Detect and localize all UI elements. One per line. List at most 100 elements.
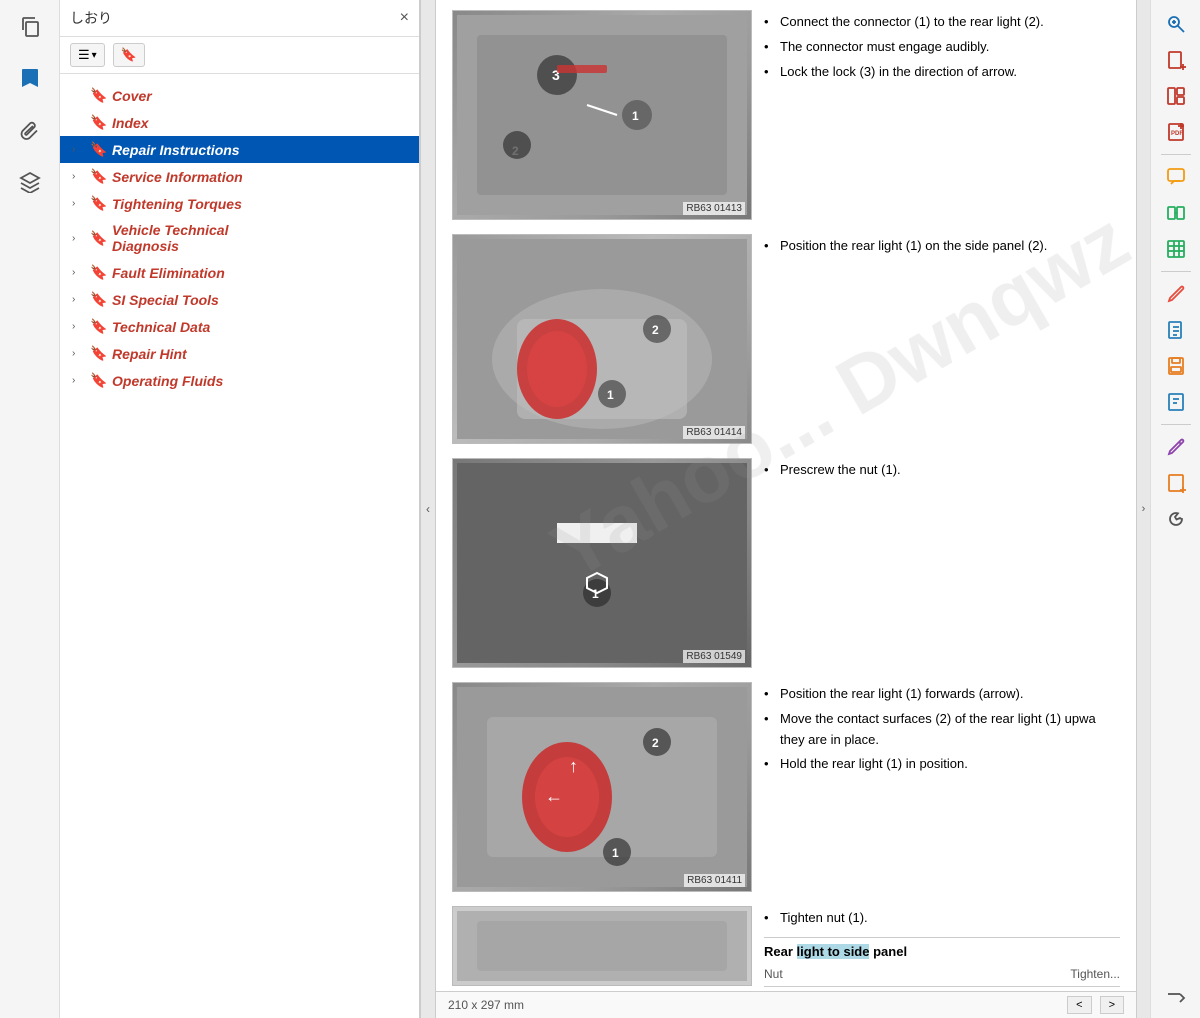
doc-add-button[interactable] [1157,44,1195,76]
annotate-button[interactable] [1157,278,1195,310]
content-section-2: 2 1 RB63 01414 Position the rear light (… [452,234,1120,444]
edit-purple-button[interactable] [1157,431,1195,463]
instruction-2-1: Position the rear light (1) on the side … [764,234,1120,259]
sidebar-item-fault-elimination[interactable]: › 🔖 Fault Elimination [60,259,419,286]
image-label-4: RB63 01411 [684,874,745,887]
chevron-right-icon-vtd: › [72,233,84,244]
layout-button[interactable] [1157,80,1195,112]
image-rb63-01413: 3 1 2 RB63 01413 [452,10,752,220]
image-illustration-1: 3 1 2 [457,15,747,215]
zoom-button[interactable] [1157,8,1195,40]
content-text-2: Position the rear light (1) on the side … [764,234,1120,259]
table-col-label: Nut [764,965,783,984]
sidebar-item-operating-fluids[interactable]: › 🔖 Operating Fluids [60,367,419,394]
toolbar-divider-2 [1161,271,1191,272]
list-icon: ☰ [78,47,90,63]
spreadsheet-button[interactable] [1157,233,1195,265]
right-toolbar: PDF [1150,0,1200,1018]
chevron-right-icon-torques: › [72,198,84,209]
paperclip-icon[interactable] [12,112,48,148]
chevron-right-icon-of: › [72,375,84,386]
edit-doc-button[interactable] [1157,314,1195,346]
sidebar-item-service-information[interactable]: › 🔖 Service Information [60,163,419,190]
sidebar-nav: 🔖 Cover 🔖 Index › 🔖 Repair Instructions … [60,74,419,1018]
chevron-right-icon-service: › [72,171,84,182]
sidebar-header: しおり × [60,0,419,37]
content-section-4: ← ↑ 2 1 RB63 01411 Position the rear lig… [452,682,1120,892]
chevron-right-icon-td: › [72,321,84,332]
bookmark-icon-fault: 🔖 [90,264,106,281]
sidebar: しおり × ☰ ▾ 🔖 🔖 Cover 🔖 Index › 🔖 Repair I… [60,0,420,1018]
table-col-value: Tighten... [1070,965,1120,984]
content-text-1: Connect the connector (1) to the rear li… [764,10,1120,84]
nav-label-tightening-torques: Tightening Torques [112,196,242,212]
layers-icon[interactable] [12,164,48,200]
bottom-nav: < > [1067,996,1124,1014]
content-section-1: 3 1 2 RB63 01413 Connect the connector (… [452,10,1120,220]
right-panel-collapse-arrow[interactable]: › [1136,0,1150,1018]
nav-label-technical-data: Technical Data [112,319,210,335]
pdf-add-button[interactable]: PDF [1157,116,1195,148]
image-illustration-5 [457,911,747,981]
sidebar-item-index[interactable]: 🔖 Index [60,109,419,136]
sidebar-item-vehicle-technical-diagnosis[interactable]: › 🔖 Vehicle TechnicalDiagnosis [60,217,419,259]
image-rb63-01411: ← ↑ 2 1 RB63 01411 [452,682,752,892]
bookmark-icon-si: 🔖 [90,291,106,308]
settings-button[interactable] [1157,503,1195,535]
content-text-3: Prescrew the nut (1). [764,458,1120,483]
svg-text:2: 2 [652,323,659,337]
nav-label-index: Index [112,115,149,131]
list-view-button[interactable]: ☰ ▾ [70,43,105,67]
bookmark-icon-rh: 🔖 [90,345,106,362]
svg-text:PDF: PDF [1171,131,1183,137]
bookmark-icon-service: 🔖 [90,168,106,185]
sidebar-title: しおり [70,8,112,28]
compare-button[interactable] [1157,197,1195,229]
content-section-3: 1 RB63 01549 Prescrew the nut (1). [452,458,1120,668]
main-content: Yahoo... Dwnqwz 3 1 2 [436,0,1136,1018]
doc-save-button[interactable] [1157,350,1195,382]
bookmark-icon[interactable] [12,60,48,96]
nav-label-repair-instructions: Repair Instructions [112,142,240,158]
sidebar-item-tightening-torques[interactable]: › 🔖 Tightening Torques [60,190,419,217]
bookmark-icon-index: 🔖 [90,114,106,131]
bookmark-icon-td: 🔖 [90,318,106,335]
comment-button[interactable] [1157,161,1195,193]
dropdown-arrow-icon: ▾ [92,50,97,61]
doc-yellow-button[interactable] [1157,467,1195,499]
nav-label-service-information: Service Information [112,169,243,185]
bookmark-tool-button[interactable]: 🔖 [113,43,145,67]
sidebar-item-repair-hint[interactable]: › 🔖 Repair Hint [60,340,419,367]
bookmark-icon-torques: 🔖 [90,195,106,212]
export-button[interactable] [1157,978,1195,1010]
doc-view-button[interactable] [1157,386,1195,418]
image-illustration-4: ← ↑ 2 1 [457,687,747,887]
sidebar-collapse-arrow[interactable]: ‹ [420,0,436,1018]
bookmark-tool-icon: 🔖 [121,47,137,63]
copy-icon[interactable] [12,8,48,44]
page-content: 3 1 2 RB63 01413 Connect the connector (… [436,0,1136,991]
sidebar-close-button[interactable]: × [400,9,409,27]
nav-left-button[interactable]: < [1067,996,1091,1014]
sidebar-item-si-special-tools[interactable]: › 🔖 SI Special Tools [60,286,419,313]
sidebar-item-cover[interactable]: 🔖 Cover [60,82,419,109]
sidebar-item-technical-data[interactable]: › 🔖 Technical Data [60,313,419,340]
image-label-2: RB63 01414 [683,426,745,439]
image-rb63-01414: 2 1 RB63 01414 [452,234,752,444]
bookmark-icon-cover: 🔖 [90,87,106,104]
image-illustration-3: 1 [457,463,747,663]
svg-text:1: 1 [632,109,639,123]
page-size-label: 210 x 297 mm [448,998,524,1012]
instruction-3-1: Prescrew the nut (1). [764,458,1120,483]
svg-text:↑: ↑ [569,756,578,776]
sidebar-item-repair-instructions[interactable]: › 🔖 Repair Instructions [60,136,419,163]
svg-text:1: 1 [607,388,614,402]
content-text-5: Tighten nut (1). Rear light to side pane… [764,906,1120,987]
content-section-5: Tighten nut (1). Rear light to side pane… [452,906,1120,987]
instruction-1-3: Lock the lock (3) in the direction of ar… [764,60,1120,85]
chevron-right-icon: › [72,144,84,155]
bottom-bar: 210 x 297 mm < > [436,991,1136,1018]
nav-label-cover: Cover [112,88,152,104]
image-label-3: RB63 01549 [683,650,745,663]
nav-right-button[interactable]: > [1100,996,1124,1014]
